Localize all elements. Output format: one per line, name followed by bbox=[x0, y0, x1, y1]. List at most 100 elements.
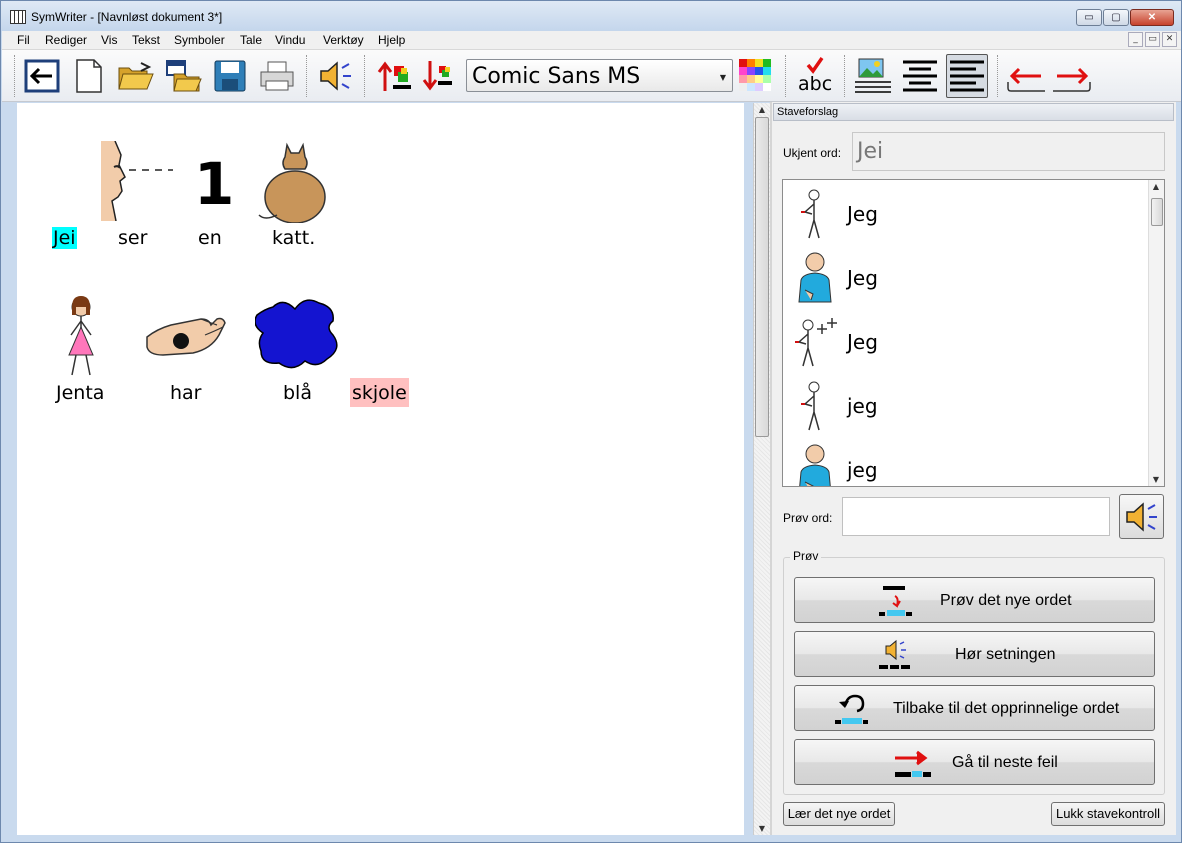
list-item[interactable]: Jeg bbox=[783, 182, 1149, 246]
toolbar-separator bbox=[997, 55, 999, 97]
suggestion-word: Jeg bbox=[847, 266, 878, 290]
person-pointing-self-icon bbox=[801, 189, 820, 239]
save-button[interactable] bbox=[209, 54, 251, 98]
align-center-icon bbox=[903, 60, 937, 92]
document-scrollbar[interactable]: ▲ ▼ bbox=[753, 103, 770, 835]
menu-symboler[interactable]: Symboler bbox=[174, 33, 225, 47]
menu-rediger[interactable]: Rediger bbox=[45, 33, 87, 47]
scroll-down-icon[interactable]: ▼ bbox=[1149, 473, 1163, 486]
redo-arrow-icon bbox=[1053, 67, 1091, 92]
save-icon bbox=[214, 60, 246, 92]
word-katt[interactable]: katt. bbox=[272, 227, 315, 249]
doc-minimize-button[interactable]: _ bbox=[1128, 32, 1143, 47]
open-recent-icon bbox=[166, 60, 202, 92]
picture-layout-button[interactable] bbox=[852, 54, 894, 98]
back-icon bbox=[24, 59, 60, 93]
menu-fil[interactable]: Fil bbox=[17, 33, 30, 47]
scroll-thumb[interactable] bbox=[1151, 198, 1163, 226]
person-me-icon bbox=[799, 444, 831, 486]
font-selector[interactable]: Comic Sans MS ▼ bbox=[466, 59, 733, 92]
word-skjole[interactable]: skjole bbox=[350, 378, 409, 407]
document-controls: _ ▭ ✕ bbox=[1128, 32, 1177, 47]
scroll-up-icon[interactable]: ▲ bbox=[1149, 180, 1163, 193]
word-ser[interactable]: ser bbox=[118, 227, 147, 249]
color-button[interactable] bbox=[735, 54, 777, 98]
word-jenta[interactable]: Jenta bbox=[56, 382, 104, 404]
symbol-size-down-button[interactable] bbox=[419, 54, 461, 98]
app-grid-icon bbox=[10, 10, 26, 24]
revert-arrow-icon bbox=[835, 694, 868, 724]
suggestion-scrollbar[interactable]: ▲ ▼ bbox=[1148, 180, 1164, 486]
chevron-down-icon: ▼ bbox=[719, 73, 726, 82]
word-bla[interactable]: blå bbox=[283, 382, 312, 404]
word-har[interactable]: har bbox=[170, 382, 202, 404]
scroll-down-icon[interactable]: ▼ bbox=[755, 822, 769, 835]
word-en[interactable]: en bbox=[198, 227, 222, 249]
menu-vis[interactable]: Vis bbox=[101, 33, 117, 47]
speaker-icon bbox=[1125, 501, 1157, 532]
revert-word-button[interactable]: Tilbake til det opprinnelige ordet bbox=[794, 685, 1155, 731]
hear-sentence-button[interactable]: Hør setningen bbox=[794, 631, 1155, 677]
undo-button[interactable] bbox=[1005, 54, 1047, 98]
align-center-button[interactable] bbox=[899, 54, 941, 98]
toolbar-separator bbox=[14, 55, 16, 97]
align-left-button[interactable] bbox=[946, 54, 988, 98]
back-button[interactable] bbox=[21, 54, 63, 98]
toolbar-separator bbox=[306, 55, 308, 97]
maximize-button[interactable]: ▢ bbox=[1103, 9, 1129, 26]
revert-word-label: Tilbake til det opprinnelige ordet bbox=[893, 700, 1120, 717]
number-one-symbol: 1 bbox=[194, 150, 235, 218]
symbol-up-icon bbox=[377, 61, 411, 91]
spell-check-button[interactable]: abc bbox=[793, 54, 835, 98]
menu-tale[interactable]: Tale bbox=[240, 33, 262, 47]
try-word-label: Prøv ord: bbox=[783, 511, 833, 525]
learn-word-button[interactable]: Lær det nye ordet bbox=[783, 802, 895, 826]
word-jei[interactable]: Jei bbox=[52, 227, 77, 249]
try-word-input[interactable] bbox=[842, 497, 1110, 536]
list-item[interactable]: jeg bbox=[783, 374, 1149, 438]
speak-sentence-icon bbox=[879, 639, 910, 669]
picture-layout-icon bbox=[855, 58, 891, 93]
try-new-word-button[interactable]: Prøv det nye ordet bbox=[794, 577, 1155, 623]
menu-vindu[interactable]: Vindu bbox=[275, 33, 305, 47]
close-button[interactable]: ✕ bbox=[1130, 9, 1174, 26]
speak-toolbar-button[interactable] bbox=[315, 54, 357, 98]
cat-symbol-icon bbox=[258, 142, 326, 223]
close-spellcheck-button[interactable]: Lukk stavekontroll bbox=[1051, 802, 1165, 826]
suggestion-list[interactable]: Jeg Jeg Jeg jeg jeg ▲ ▼ bbox=[782, 179, 1165, 487]
open-recent-button[interactable] bbox=[162, 54, 204, 98]
scroll-up-icon[interactable]: ▲ bbox=[755, 103, 769, 116]
hand-holding-symbol-icon bbox=[146, 317, 226, 356]
try-new-word-label: Prøv det nye ordet bbox=[940, 592, 1072, 609]
unknown-word-label: Ukjent ord: bbox=[783, 146, 842, 160]
minimize-button[interactable]: ▭ bbox=[1076, 9, 1102, 26]
open-button[interactable] bbox=[115, 54, 157, 98]
print-button[interactable] bbox=[256, 54, 298, 98]
next-error-arrow-icon bbox=[895, 750, 931, 777]
next-error-button[interactable]: Gå til neste feil bbox=[794, 739, 1155, 785]
window-controls: ▭ ▢ ✕ bbox=[1076, 9, 1174, 26]
list-item[interactable]: Jeg bbox=[783, 246, 1149, 310]
unknown-word-value: Jei bbox=[857, 139, 884, 164]
document-canvas[interactable]: 1 Jei ser en katt. Jenta har blå skjole bbox=[17, 103, 744, 835]
list-item[interactable]: jeg bbox=[783, 438, 1149, 486]
person-me-icon bbox=[798, 252, 832, 303]
symbol-size-up-button[interactable] bbox=[374, 54, 416, 98]
speak-word-button[interactable] bbox=[1119, 494, 1164, 539]
girl-symbol-icon bbox=[68, 296, 94, 376]
font-selector-value: Comic Sans MS bbox=[472, 64, 641, 89]
menu-hjelp[interactable]: Hjelp bbox=[378, 33, 405, 47]
spell-check-icon: abc bbox=[794, 56, 834, 96]
doc-restore-button[interactable]: ▭ bbox=[1145, 32, 1160, 47]
scroll-thumb[interactable] bbox=[755, 117, 769, 437]
suggestion-word: jeg bbox=[847, 458, 878, 482]
symbol-down-icon bbox=[422, 61, 452, 91]
redo-button[interactable] bbox=[1051, 54, 1093, 98]
menu-verktoy[interactable]: Verktøy bbox=[323, 33, 364, 47]
doc-close-button[interactable]: ✕ bbox=[1162, 32, 1177, 47]
list-item[interactable]: Jeg bbox=[783, 310, 1149, 374]
print-icon bbox=[260, 61, 294, 91]
person-pointing-self-icon bbox=[801, 381, 820, 431]
new-document-button[interactable] bbox=[68, 54, 110, 98]
menu-tekst[interactable]: Tekst bbox=[132, 33, 160, 47]
